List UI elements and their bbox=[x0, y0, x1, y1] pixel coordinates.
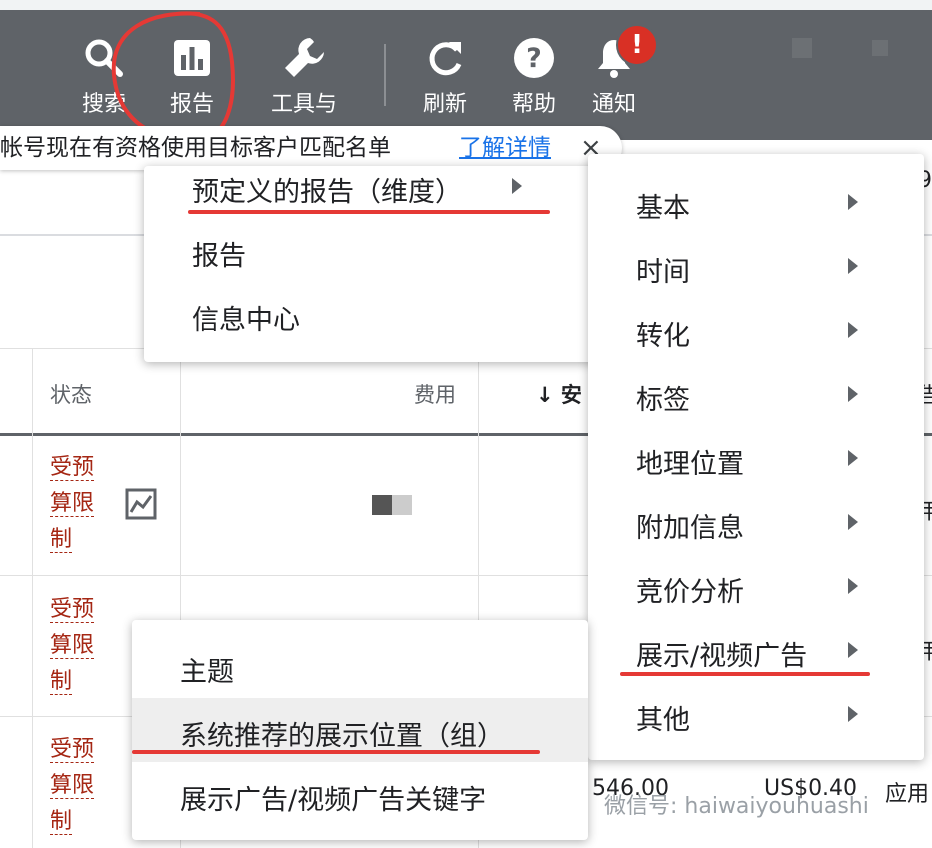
learn-more-link[interactable]: 了解详情 bbox=[459, 126, 551, 170]
menu-item-reports[interactable]: 报告 bbox=[192, 234, 246, 273]
chevron-right-icon bbox=[512, 178, 522, 194]
menu-item-labels[interactable]: 标签 bbox=[636, 378, 690, 417]
menu-item-dashboard[interactable]: 信息中心 bbox=[192, 298, 300, 337]
chevron-right-icon bbox=[848, 514, 858, 530]
menu-item-geography[interactable]: 地理位置 bbox=[636, 442, 744, 481]
menu-item-auction-insights[interactable]: 竞价分析 bbox=[636, 570, 744, 609]
menu-item-topics[interactable]: 主题 bbox=[180, 650, 234, 689]
chevron-right-icon bbox=[848, 194, 858, 210]
chevron-right-icon bbox=[848, 578, 858, 594]
annotation-underline bbox=[132, 750, 540, 754]
chevron-right-icon bbox=[848, 258, 858, 274]
banner-message: 帐号现在有资格使用目标客户匹配名单 bbox=[0, 135, 391, 161]
menu-item-display-video[interactable]: 展示/视频广告 bbox=[636, 634, 807, 673]
chevron-right-icon bbox=[848, 642, 858, 658]
menu-item-other[interactable]: 其他 bbox=[636, 698, 690, 737]
info-banner: 帐号现在有资格使用目标客户匹配名单 了解详情 × bbox=[0, 126, 622, 170]
menu-item-conversions[interactable]: 转化 bbox=[636, 314, 690, 353]
chevron-right-icon bbox=[848, 386, 858, 402]
reports-menu: 预定义的报告（维度） 报告 信息中心 bbox=[144, 166, 614, 362]
menu-item-placements[interactable]: 系统推荐的展示位置（组） bbox=[180, 714, 504, 753]
display-menu: 主题 系统推荐的展示位置（组） 展示广告/视频广告关键字 bbox=[132, 620, 588, 840]
menu-item-basic[interactable]: 基本 bbox=[636, 186, 690, 225]
chevron-right-icon bbox=[848, 706, 858, 722]
watermark: 微信号: haiwaiyouhuashi bbox=[604, 794, 869, 819]
dimension-menu: 基本 时间 转化 标签 地理位置 附加信息 竞价分析 展示/视频广告 其他 bbox=[588, 154, 924, 760]
menu-item-extensions[interactable]: 附加信息 bbox=[636, 506, 744, 545]
menu-item-time[interactable]: 时间 bbox=[636, 250, 690, 289]
chevron-right-icon bbox=[848, 322, 858, 338]
menu-item-predefined-reports[interactable]: 预定义的报告（维度） bbox=[192, 170, 462, 209]
chevron-right-icon bbox=[848, 450, 858, 466]
annotation-underline bbox=[188, 210, 550, 214]
menu-item-display-keywords[interactable]: 展示广告/视频广告关键字 bbox=[180, 778, 486, 817]
annotation-underline bbox=[620, 672, 870, 676]
